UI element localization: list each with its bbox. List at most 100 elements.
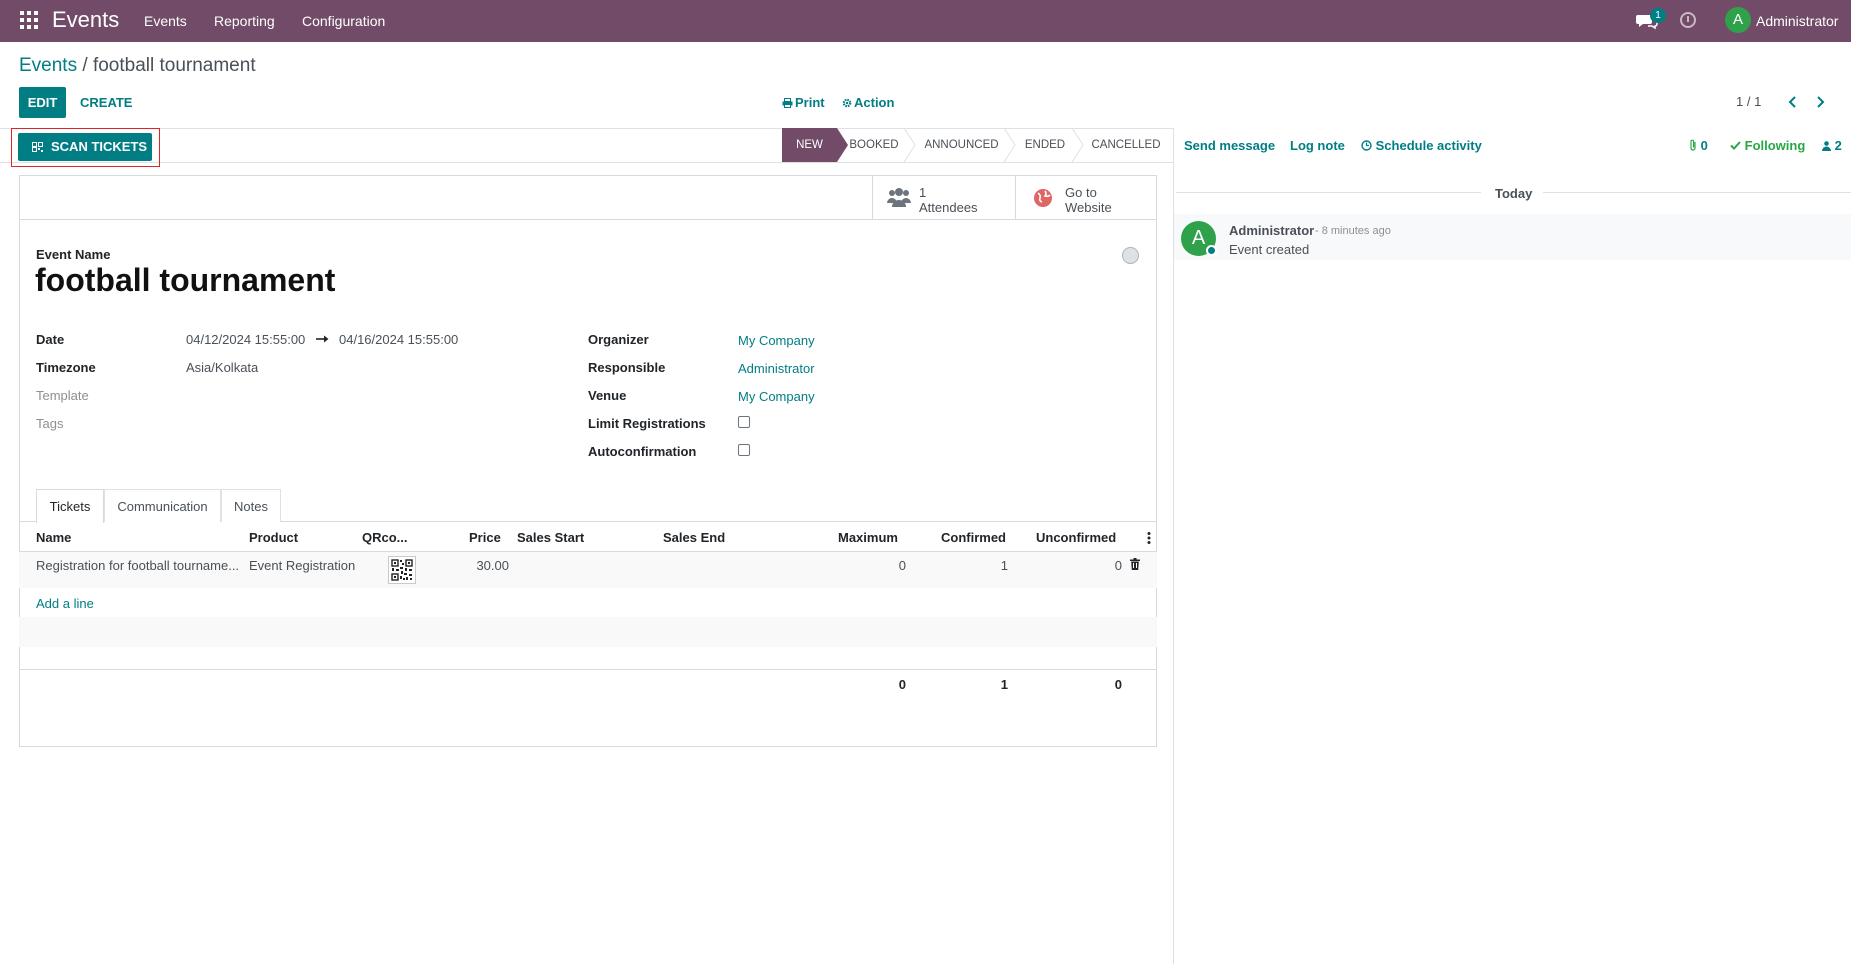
website-label: Website	[1065, 200, 1112, 215]
following-button[interactable]: Following	[1730, 138, 1805, 153]
following-label: Following	[1744, 138, 1806, 153]
attendees-label: Attendees	[919, 200, 978, 215]
autoconfirmation-label: Autoconfirmation	[588, 444, 697, 459]
col-price[interactable]: Price	[469, 530, 501, 545]
col-confirmed[interactable]: Confirmed	[941, 530, 1006, 545]
chevron-left-icon[interactable]	[1786, 95, 1800, 109]
stage-arrow	[904, 128, 916, 162]
app-brand[interactable]: Events	[52, 7, 119, 33]
schedule-activity-label: Schedule activity	[1375, 138, 1482, 153]
limit-registrations-label: Limit Registrations	[588, 416, 706, 431]
col-maximum[interactable]: Maximum	[838, 530, 898, 545]
tab-communication[interactable]: Communication	[104, 489, 221, 522]
check-icon	[1730, 141, 1741, 150]
ticket-name-cell[interactable]: Registration for football tourname...	[36, 558, 239, 573]
event-name-label: Event Name	[36, 247, 111, 262]
tab-tickets[interactable]: Tickets	[36, 489, 104, 523]
menu-events[interactable]: Events	[144, 13, 187, 29]
gear-icon	[842, 98, 852, 108]
stage-ended[interactable]: ENDED	[1020, 128, 1070, 162]
arrow-right-icon	[316, 335, 329, 343]
globe-icon	[1034, 189, 1052, 207]
apps-menu-icon[interactable]	[20, 11, 38, 29]
send-message-button[interactable]: Send message	[1184, 138, 1275, 153]
ticket-price-cell[interactable]: 30.00	[454, 558, 509, 573]
template-label: Template	[36, 388, 89, 403]
responsible-field[interactable]: Administrator	[738, 361, 815, 376]
ticket-qrcode-image	[388, 556, 416, 584]
responsible-label: Responsible	[588, 360, 666, 375]
tags-label: Tags	[36, 416, 64, 431]
go-to-website-smart-button[interactable]: Go to Website	[1015, 176, 1157, 219]
timezone-field[interactable]: Asia/Kolkata	[186, 360, 258, 375]
attendees-smart-button[interactable]: 1 Attendees	[872, 176, 1015, 219]
venue-field[interactable]: My Company	[738, 389, 815, 404]
attendees-count: 1	[919, 185, 927, 200]
attachments-count: 0	[1700, 138, 1708, 153]
users-icon	[887, 188, 911, 207]
stage-new[interactable]: NEW	[782, 128, 837, 162]
message-author[interactable]: Administrator	[1229, 223, 1314, 238]
timezone-label: Timezone	[36, 360, 96, 375]
attachments-button[interactable]: 0	[1689, 138, 1708, 153]
col-unconfirmed[interactable]: Unconfirmed	[1036, 530, 1116, 545]
stage-booked[interactable]: BOOKED	[848, 128, 900, 162]
qrcode-image-icon	[391, 559, 413, 581]
clock-icon	[1361, 140, 1372, 151]
col-name[interactable]: Name	[36, 530, 71, 545]
button-box-border	[19, 219, 1157, 220]
scan-tickets-label: SCAN TICKETS	[51, 139, 148, 154]
chat-count-badge: 1	[1650, 8, 1666, 23]
ticket-product-cell[interactable]: Event Registration	[249, 558, 355, 573]
log-note-button[interactable]: Log note	[1290, 138, 1345, 153]
menu-reporting[interactable]: Reporting	[214, 13, 275, 29]
online-status-icon	[1206, 245, 1217, 256]
autoconfirmation-checkbox[interactable]	[738, 444, 750, 456]
followers-button[interactable]: 2	[1822, 138, 1842, 153]
ticket-confirmed-cell: 1	[1000, 558, 1008, 573]
organizer-field[interactable]: My Company	[738, 333, 815, 348]
user-avatar[interactable]: A	[1725, 7, 1751, 33]
total-maximum: 0	[898, 677, 906, 692]
pager-value[interactable]: 1 / 1	[1736, 94, 1761, 109]
column-options-icon[interactable]	[1147, 531, 1151, 545]
stage-announced[interactable]: ANNOUNCED	[921, 128, 1002, 162]
col-sales-start[interactable]: Sales Start	[517, 530, 584, 545]
followers-count: 2	[1834, 138, 1842, 153]
limit-registrations-checkbox[interactable]	[738, 416, 750, 428]
col-product[interactable]: Product	[249, 530, 298, 545]
menu-configuration[interactable]: Configuration	[302, 13, 385, 29]
ticket-maximum-cell[interactable]: 0	[856, 558, 906, 573]
action-menu[interactable]: Action	[842, 95, 894, 110]
table-footer-border	[19, 669, 1157, 670]
chevron-right-icon[interactable]	[1813, 95, 1827, 109]
user-menu[interactable]: Administrator	[1756, 13, 1838, 29]
create-button[interactable]: CREATE	[80, 95, 132, 110]
schedule-activity-button[interactable]: Schedule activity	[1361, 138, 1482, 153]
action-label: Action	[854, 95, 895, 110]
date-end-field[interactable]: 04/16/2024 15:55:00	[339, 332, 458, 347]
date-begin-field[interactable]: 04/12/2024 15:55:00	[186, 332, 305, 347]
trash-icon[interactable]	[1130, 558, 1140, 570]
date-separator: Today	[1495, 186, 1533, 201]
tab-notes[interactable]: Notes	[221, 489, 281, 522]
kanban-state-dot[interactable]	[1122, 247, 1139, 264]
go-to-label: Go to	[1065, 185, 1097, 200]
event-name[interactable]: football tournament	[35, 262, 335, 299]
printer-icon	[782, 98, 793, 108]
col-qrcode[interactable]: QRco...	[362, 530, 408, 545]
print-menu[interactable]: Print	[782, 95, 825, 110]
qrcode-icon	[32, 142, 43, 152]
breadcrumb-events-link[interactable]: Events	[19, 55, 77, 76]
statusbar-bottom-border	[0, 162, 1173, 163]
scan-tickets-button[interactable]: SCAN TICKETS	[18, 133, 152, 161]
date-separator-line	[1543, 192, 1851, 193]
stage-cancelled[interactable]: CANCELLED	[1088, 128, 1164, 162]
date-label: Date	[36, 332, 65, 347]
message-body: Event created	[1229, 242, 1310, 257]
print-label: Print	[795, 95, 825, 110]
activity-clock-icon[interactable]	[1680, 12, 1696, 28]
col-sales-end[interactable]: Sales End	[663, 530, 725, 545]
add-line-link[interactable]: Add a line	[36, 596, 94, 611]
edit-button[interactable]: EDIT	[19, 87, 66, 118]
